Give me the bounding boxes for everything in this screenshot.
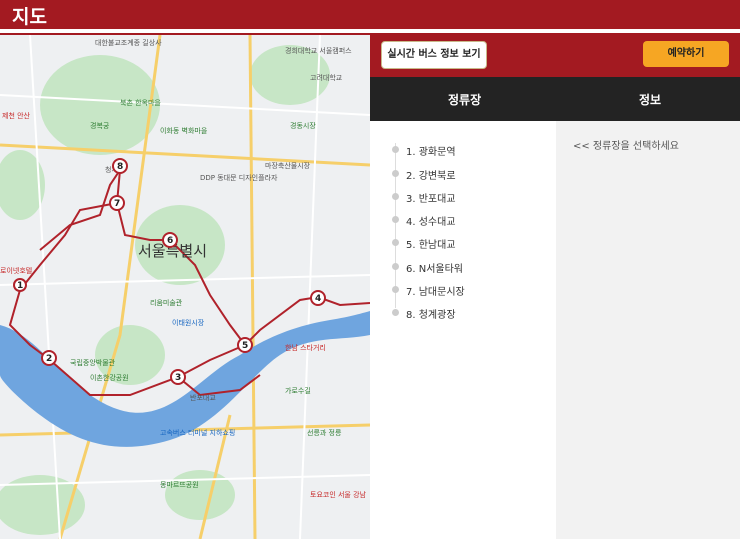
map-label: 경희대학교 서울캠퍼스 xyxy=(285,46,352,55)
app-header: 지도 xyxy=(0,0,740,29)
map-label: 경동시장 xyxy=(290,121,316,130)
marker-6-icon: 6 xyxy=(162,232,178,248)
marker-4-icon: 4 xyxy=(310,290,326,306)
map-label: 고속버스 터미널 지하쇼핑 xyxy=(160,428,235,437)
map-label: 고려대학교 xyxy=(310,73,343,82)
realtime-bus-button[interactable]: 실시간 버스 정보 보기 xyxy=(381,41,487,69)
marker-7-icon: 7 xyxy=(109,195,125,211)
info-column-header: 정보 xyxy=(639,93,662,107)
map-label: 제천 안산 xyxy=(2,111,31,120)
stop-dot-icon xyxy=(392,170,399,177)
map-label: 경복궁 xyxy=(90,121,110,130)
stop-timeline xyxy=(395,143,396,308)
map-label: 이촌한강공원 xyxy=(90,373,129,382)
column-headers: 정류장 정보 xyxy=(370,77,740,121)
route-map[interactable]: 대한불교조계종 길상사 경희대학교 서울캠퍼스 북촌 한옥마을 이화동 벽화마을… xyxy=(0,35,370,539)
map-label: 북촌 한옥마을 xyxy=(120,98,161,107)
map-label: 이화동 벽화마을 xyxy=(160,126,208,135)
svg-text:6: 6 xyxy=(167,236,173,246)
stop-dot-icon xyxy=(392,309,399,316)
svg-text:7: 7 xyxy=(114,199,120,209)
marker-3-icon: 3 xyxy=(170,369,186,385)
marker-2-icon: 2 xyxy=(41,350,57,366)
map-label: 한남 스타거리 xyxy=(285,343,326,352)
stop-list: 1. 광화문역 2. 강변북로 3. 반포대교 4. 성수대교 5. 한남대교 … xyxy=(370,121,556,539)
map-label: 리움미술관 xyxy=(150,298,183,307)
map-label: 토요코인 서울 강남 xyxy=(310,490,367,499)
stop-dot-icon xyxy=(392,239,399,246)
map-label: 로이넷호텔 xyxy=(0,266,32,275)
stop-dot-icon xyxy=(392,146,399,153)
select-stop-hint: << 정류장을 선택하세요 xyxy=(573,141,679,152)
stops-column-header: 정류장 xyxy=(448,93,482,107)
stop-info-pane: << 정류장을 선택하세요 xyxy=(556,121,740,539)
stop-dot-icon xyxy=(392,193,399,200)
stop-dot-icon xyxy=(392,263,399,270)
map-label: DDP 동대문 디자인플라자 xyxy=(200,173,278,182)
panel-toolbar: 실시간 버스 정보 보기 예약하기 xyxy=(370,35,740,77)
map-label: 선릉과 정릉 xyxy=(307,428,342,437)
map-label: 몽마르뜨공원 xyxy=(160,480,199,489)
svg-text:5: 5 xyxy=(242,341,248,351)
map-label: 가로수길 xyxy=(285,386,311,395)
svg-text:2: 2 xyxy=(46,354,52,364)
map-label: 반포대교 xyxy=(190,393,216,402)
marker-8-icon: 8 xyxy=(112,158,128,174)
map-label: 이태원시장 xyxy=(172,318,205,327)
book-button[interactable]: 예약하기 xyxy=(643,41,729,67)
stop-dot-icon xyxy=(392,286,399,293)
marker-5-icon: 5 xyxy=(237,337,253,353)
stop-dot-icon xyxy=(392,216,399,223)
svg-text:1: 1 xyxy=(17,281,23,291)
page-title: 지도 xyxy=(12,6,47,28)
svg-text:4: 4 xyxy=(315,294,321,304)
map-canvas[interactable]: 대한불교조계종 길상사 경희대학교 서울캠퍼스 북촌 한옥마을 이화동 벽화마을… xyxy=(0,35,370,539)
marker-1-icon: 1 xyxy=(13,278,27,292)
svg-text:8: 8 xyxy=(117,162,123,172)
route-panel: 실시간 버스 정보 보기 예약하기 정류장 정보 1. 광화문역 2. 강변북로… xyxy=(370,35,740,539)
map-label: 국립중앙박물관 xyxy=(70,358,116,367)
map-label: 대한불교조계종 길상사 xyxy=(95,38,162,47)
svg-text:3: 3 xyxy=(175,373,181,383)
map-label: 마장축산물시장 xyxy=(265,161,311,170)
